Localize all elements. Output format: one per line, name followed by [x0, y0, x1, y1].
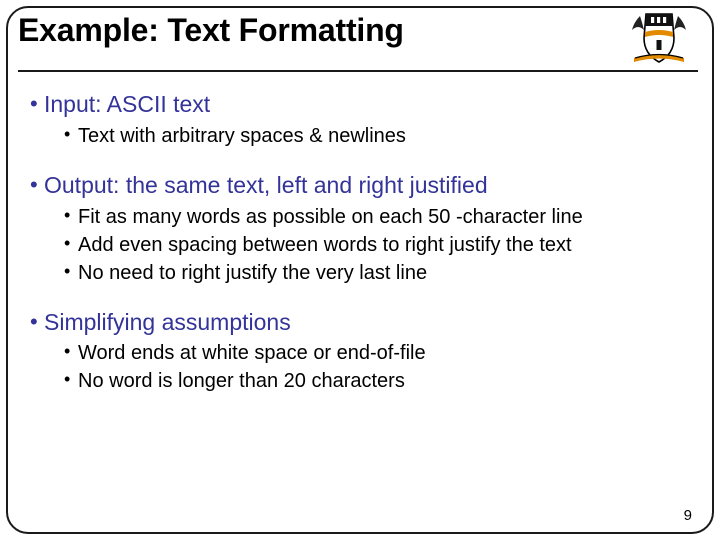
slide-title: Example: Text Formatting: [18, 12, 404, 49]
bullet-output-sub1: Fit as many words as possible on each 50…: [64, 204, 690, 230]
bullet-assumptions: Simplifying assumptions: [30, 308, 690, 337]
bullet-assumptions-sub1: Word ends at white space or end-of-file: [64, 340, 690, 366]
princeton-shield-icon: [620, 10, 698, 66]
bullet-input-sub1: Text with arbitrary spaces & newlines: [64, 123, 690, 149]
bullet-output-sub2: Add even spacing between words to right …: [64, 232, 690, 258]
bullet-input: Input: ASCII text: [30, 90, 690, 119]
page-number: 9: [684, 507, 692, 524]
bullet-output: Output: the same text, left and right ju…: [30, 171, 690, 200]
bullet-assumptions-sub2: No word is longer than 20 characters: [64, 368, 690, 394]
bullet-output-sub3: No need to right justify the very last l…: [64, 260, 690, 286]
slide-content: Input: ASCII text Text with arbitrary sp…: [30, 86, 690, 500]
title-bar: Example: Text Formatting: [18, 10, 698, 72]
